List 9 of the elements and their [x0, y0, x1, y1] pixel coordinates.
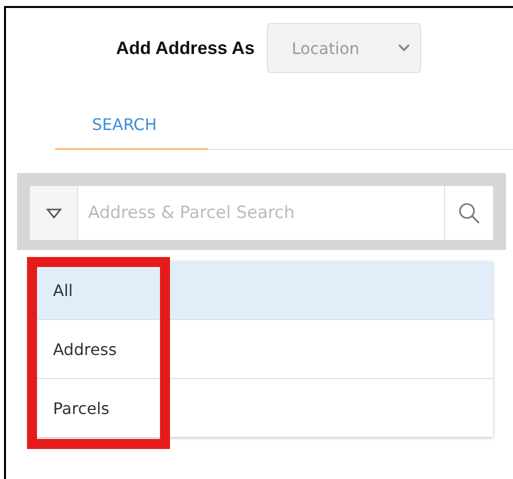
search-icon [458, 202, 480, 224]
filter-dropdown-button[interactable] [30, 186, 78, 240]
search-button[interactable] [444, 186, 493, 240]
search-field[interactable]: Address & Parcel Search [78, 186, 444, 240]
triangle-down-icon [46, 208, 62, 218]
add-address-label: Add Address As [116, 38, 255, 58]
menu-option[interactable]: Parcels [30, 379, 493, 437]
chevron-down-icon [398, 44, 410, 52]
menu-option[interactable]: Address [30, 320, 493, 379]
